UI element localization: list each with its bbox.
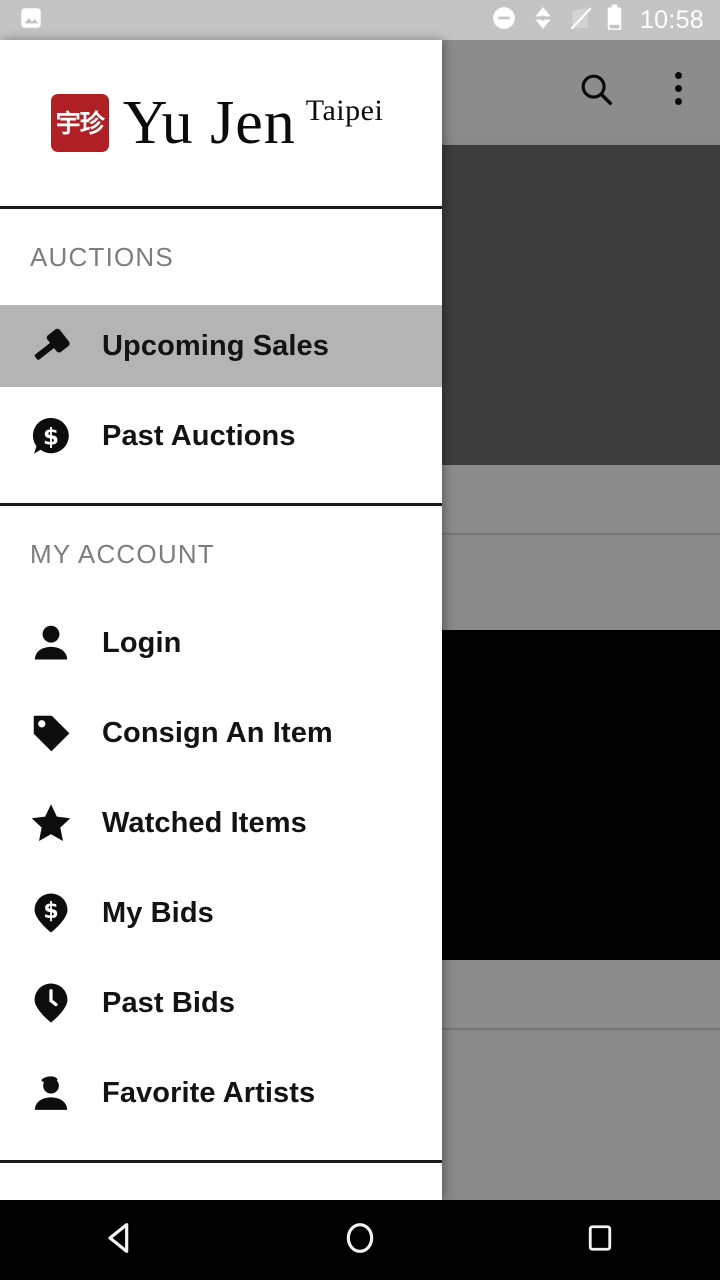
no-signal-icon <box>569 5 593 36</box>
recents-icon <box>582 1220 618 1261</box>
section-header-auctions: AUCTIONS <box>30 241 174 272</box>
status-bar-left <box>0 5 44 36</box>
drawer-item-upcoming-sales[interactable]: Upcoming Sales <box>0 305 442 387</box>
do-not-disturb-icon <box>491 5 517 36</box>
drawer-header: 宇珍 Yu Jen Taipei <box>0 40 442 206</box>
drawer-item-my-bids[interactable]: $ My Bids <box>0 872 442 954</box>
spacer <box>0 477 442 503</box>
status-bar: 10:58 <box>0 0 720 40</box>
dollar-pin-icon: $ <box>28 890 102 936</box>
dollar-bubble-icon: $ <box>28 413 102 459</box>
navigation-drawer: 宇珍 Yu Jen Taipei AUCTIONS Upcoming Sales… <box>0 40 442 1200</box>
drawer-item-label: Login <box>102 626 182 659</box>
svg-text:$: $ <box>43 899 58 924</box>
logo-seal-icon: 宇珍 <box>50 94 109 152</box>
sync-icon <box>530 5 556 36</box>
drawer-item-label: Past Bids <box>102 986 236 1019</box>
back-icon <box>100 1218 140 1263</box>
drawer-item-login[interactable]: Login <box>0 602 442 684</box>
drawer-item-label: Watched Items <box>102 806 307 839</box>
drawer-item-label: My Bids <box>102 896 214 929</box>
phone-screen: 10:58 eptember 21, 2020 - 4:20 PM <box>0 0 720 1280</box>
drawer-item-favorite-artists[interactable]: Favorite Artists <box>0 1052 442 1134</box>
logo-wordmark: Yu Jen Taipei <box>123 92 384 154</box>
section-header-my-account: MY ACCOUNT <box>30 538 215 569</box>
spacer <box>0 684 442 692</box>
clock-pin-icon <box>28 980 102 1026</box>
drawer-item-label: Favorite Artists <box>102 1076 316 1109</box>
drawer-item-consign-an-item[interactable]: Consign An Item <box>0 692 442 774</box>
photo-icon <box>18 5 44 36</box>
drawer-item-label: Consign An Item <box>102 716 333 749</box>
status-bar-right: 10:58 <box>491 4 720 36</box>
artist-icon <box>28 1070 102 1116</box>
battery-icon <box>606 4 623 36</box>
svg-text:$: $ <box>43 424 59 450</box>
home-icon <box>340 1218 380 1263</box>
gavel-icon <box>28 323 102 369</box>
spacer <box>0 864 442 872</box>
home-button[interactable] <box>270 1218 450 1263</box>
drawer-item-past-auctions[interactable]: $ Past Auctions <box>0 395 442 477</box>
status-bar-clock: 10:58 <box>639 5 704 34</box>
spacer <box>0 774 442 782</box>
logo-word-text: Yu Jen <box>122 89 296 157</box>
star-icon <box>28 800 102 846</box>
drawer-item-watched-items[interactable]: Watched Items <box>0 782 442 864</box>
recents-button[interactable] <box>510 1220 690 1261</box>
spacer <box>0 387 442 395</box>
logo-superscript: Taipei <box>305 94 384 127</box>
back-button[interactable] <box>30 1218 210 1263</box>
drawer-item-label: Upcoming Sales <box>102 329 330 362</box>
section-header-about: ABOUT <box>0 1163 442 1201</box>
person-icon <box>28 620 102 666</box>
tag-icon <box>28 710 102 756</box>
spacer <box>0 1134 442 1160</box>
system-navigation-bar <box>0 1200 720 1280</box>
spacer <box>0 954 442 962</box>
drawer-item-past-bids[interactable]: Past Bids <box>0 962 442 1044</box>
drawer-item-label: Past Auctions <box>102 419 296 452</box>
spacer <box>0 1044 442 1052</box>
brand-logo: 宇珍 Yu Jen Taipei <box>50 92 384 154</box>
